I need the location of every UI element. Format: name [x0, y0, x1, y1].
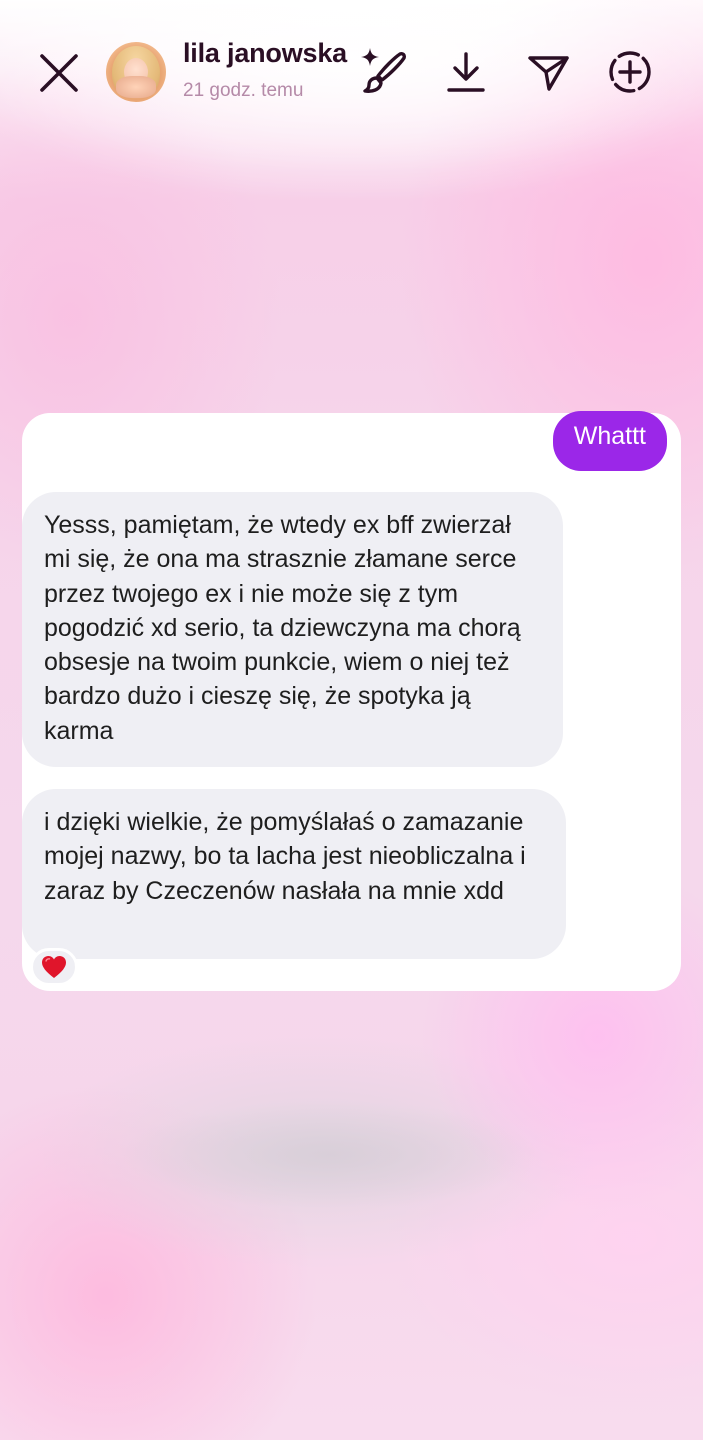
send-button[interactable]: [524, 48, 572, 96]
avatar[interactable]: [106, 42, 166, 102]
download-icon: [447, 52, 485, 92]
close-icon: [40, 54, 78, 92]
send-icon: [528, 56, 569, 91]
brush-icon: [363, 52, 406, 93]
message-reaction: [30, 948, 78, 986]
username[interactable]: lila janowska: [183, 38, 347, 69]
received-message-bubble: i dzięki wielkie, że pomyślałaś o zamaza…: [22, 789, 566, 959]
add-circle-icon: [609, 51, 651, 93]
received-message-bubble: Yesss, pamiętam, że wtedy ex bff zwierza…: [22, 492, 563, 767]
add-to-story-button[interactable]: [606, 48, 654, 96]
brush-button[interactable]: [360, 48, 408, 96]
timestamp: 21 godz. temu: [183, 80, 304, 101]
story-header: lila janowska 21 godz. temu: [0, 0, 703, 140]
heart-icon: [42, 956, 66, 978]
chat-screenshot-card: Whattt Yesss, pamiętam, że wtedy ex bff …: [22, 411, 681, 991]
download-button[interactable]: [442, 48, 490, 96]
close-button[interactable]: [36, 50, 82, 96]
sent-message-bubble: Whattt: [552, 411, 667, 471]
blurred-area: [120, 1100, 540, 1210]
